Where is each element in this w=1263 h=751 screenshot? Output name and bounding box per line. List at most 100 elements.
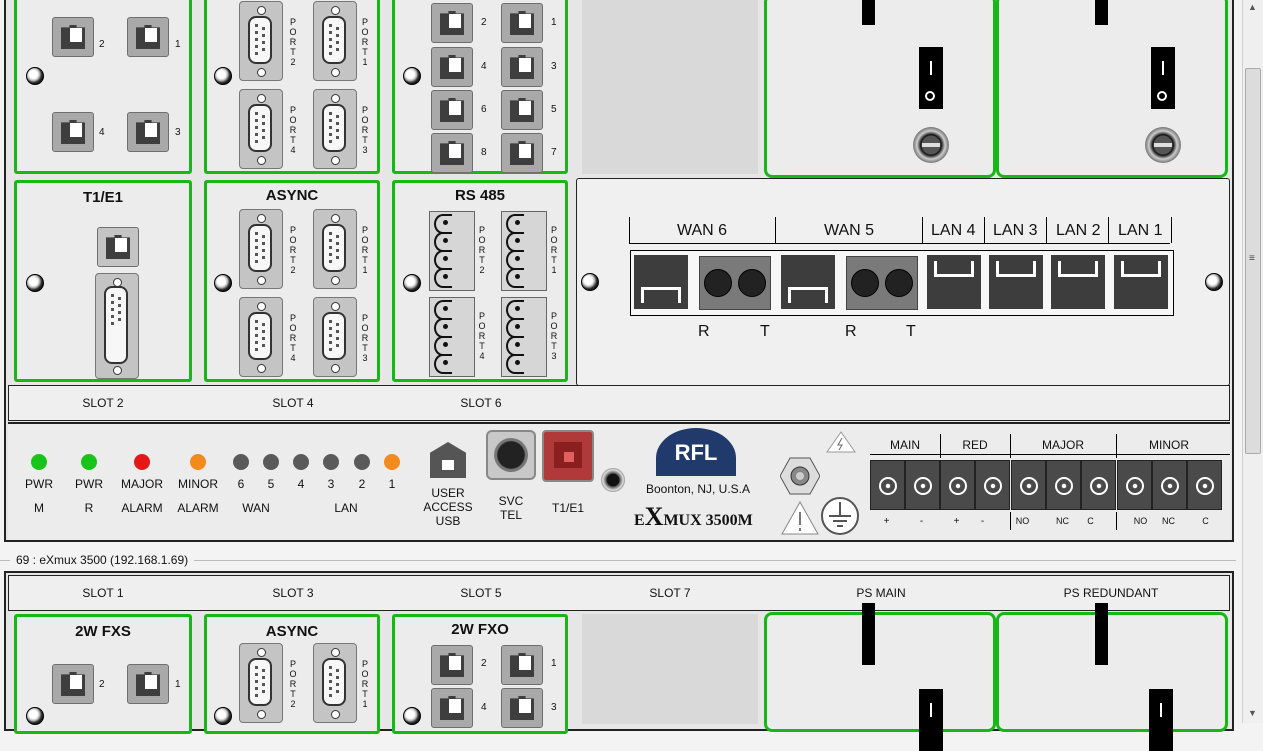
- db9-port-3[interactable]: [313, 297, 357, 377]
- terminal-block-port-4[interactable]: [429, 297, 475, 377]
- db9-port-4[interactable]: [239, 297, 283, 377]
- wan5-rj45-port[interactable]: [781, 255, 835, 309]
- rj-port-4[interactable]: [431, 47, 473, 87]
- svc-tel-port[interactable]: [486, 430, 536, 480]
- rj-port-2[interactable]: [431, 645, 473, 685]
- lan1-port[interactable]: [1114, 255, 1168, 309]
- relay-terminal[interactable]: [940, 460, 975, 510]
- lightning-icon: [826, 430, 856, 454]
- rj-port-2[interactable]: [431, 3, 473, 43]
- rj-port-2[interactable]: [52, 17, 94, 57]
- slot3-card-top[interactable]: P O R T 2 P O R T 1 P O R T 4 P O R T 3: [204, 0, 380, 174]
- rj-port[interactable]: [97, 227, 139, 267]
- power-switch[interactable]: [1151, 47, 1175, 109]
- rj-port-1[interactable]: [501, 3, 543, 43]
- db9-port-4[interactable]: [239, 89, 283, 169]
- slot6-card[interactable]: RS 485 P O R T 2 P O R T 1 P O R T 4 P O…: [392, 180, 568, 382]
- usb-port[interactable]: [430, 442, 466, 478]
- ps-post: [1095, 0, 1108, 25]
- slot1-card-top[interactable]: 2 1 4 3: [14, 0, 192, 174]
- relay-terminal[interactable]: [975, 460, 1010, 510]
- terminal-block-port-2[interactable]: [429, 211, 475, 291]
- relay-terminal[interactable]: [1187, 460, 1222, 510]
- ps-main-card-bottom[interactable]: [764, 603, 996, 751]
- slot3-card-bottom[interactable]: ASYNC P O R T 2 P O R T 1: [204, 614, 380, 734]
- port-label: 1: [551, 17, 557, 28]
- lan-led-label: LAN: [334, 501, 358, 515]
- db9-port-2[interactable]: [239, 1, 283, 81]
- rj-port-1[interactable]: [127, 17, 169, 57]
- ps-redundant-card-top[interactable]: [996, 0, 1228, 178]
- lan4-port[interactable]: [927, 255, 981, 309]
- rj-port-5[interactable]: [501, 90, 543, 130]
- audio-jack[interactable]: [601, 468, 625, 492]
- power-switch[interactable]: [1149, 689, 1173, 751]
- relay-terminal[interactable]: [1011, 460, 1046, 510]
- power-switch[interactable]: [919, 47, 943, 109]
- slot4-card[interactable]: ASYNC P O R T 2 P O R T 1 P O R T 4 P O …: [204, 180, 380, 382]
- wan6-sfp-port[interactable]: [699, 256, 771, 310]
- db9-port-2[interactable]: [239, 209, 283, 289]
- wan6-label: WAN 6: [677, 222, 728, 239]
- relay-terminal[interactable]: [1046, 460, 1081, 510]
- terminal-block-port-3[interactable]: [501, 297, 547, 377]
- scroll-up-arrow[interactable]: ▲: [1248, 2, 1257, 12]
- rj-port-4[interactable]: [431, 688, 473, 728]
- ps-main-card-top[interactable]: [764, 0, 996, 178]
- rj-port-3[interactable]: [501, 47, 543, 87]
- t1e1-port[interactable]: [542, 430, 594, 482]
- power-switch[interactable]: [919, 689, 943, 751]
- rj-port-3[interactable]: [501, 688, 543, 728]
- terminal-label: C: [1202, 516, 1209, 526]
- relay-terminal[interactable]: [1117, 460, 1152, 510]
- slot5-card-top[interactable]: 2 1 4 3 6 5 8 7: [392, 0, 568, 174]
- rj-port-8[interactable]: [431, 133, 473, 173]
- device-header[interactable]: 69 : eXmux 3500 (192.168.1.69): [10, 553, 195, 567]
- scroll-down-arrow[interactable]: ▼: [1248, 708, 1257, 718]
- relay-terminal[interactable]: [870, 460, 905, 510]
- location-text: Boonton, NJ, U.S.A: [645, 482, 751, 496]
- divider: [1108, 217, 1109, 243]
- rj-port-7[interactable]: [501, 133, 543, 173]
- lan3-port[interactable]: [989, 255, 1043, 309]
- ground-bolt-icon[interactable]: [779, 456, 821, 496]
- db9-port-2[interactable]: [239, 643, 283, 723]
- lan2-port[interactable]: [1051, 255, 1105, 309]
- port-label: P O R T 2: [289, 659, 297, 709]
- rj-port-3[interactable]: [127, 112, 169, 152]
- vertical-scrollbar[interactable]: ▲ ≡ ▼: [1242, 0, 1263, 723]
- screw: [26, 707, 44, 725]
- slot1-card-bottom[interactable]: 2W FXS 2 1: [14, 614, 192, 734]
- rj-port-4[interactable]: [52, 112, 94, 152]
- fuse-knob[interactable]: [1145, 127, 1181, 163]
- db9-port-1[interactable]: [313, 209, 357, 289]
- ps-redundant-card-bottom[interactable]: [996, 603, 1228, 751]
- screw: [214, 274, 232, 292]
- rj-port-2[interactable]: [52, 664, 94, 704]
- scroll-thumb[interactable]: ≡: [1245, 68, 1261, 454]
- terminal-block-port-1[interactable]: [501, 211, 547, 291]
- led-label: ALARM: [177, 501, 219, 515]
- db9-port-1[interactable]: [313, 1, 357, 81]
- wan5-sfp-port[interactable]: [846, 256, 918, 310]
- slot5-card-bottom[interactable]: 2W FXO 2 1 4 3: [392, 614, 568, 734]
- screw: [403, 707, 421, 725]
- relay-terminal[interactable]: [1081, 460, 1116, 510]
- rj-port-6[interactable]: [431, 90, 473, 130]
- relay-terminal[interactable]: [1152, 460, 1187, 510]
- rj-port-1[interactable]: [127, 664, 169, 704]
- rj-port-1[interactable]: [501, 645, 543, 685]
- divider: [775, 217, 776, 243]
- relay-terminal[interactable]: [905, 460, 940, 510]
- slot-label: SLOT 3: [272, 586, 314, 600]
- fuse-knob[interactable]: [913, 127, 949, 163]
- db9-port-1[interactable]: [313, 643, 357, 723]
- rx-label: R: [698, 323, 710, 340]
- port-label: P O R T 2: [289, 225, 297, 275]
- db9-port-3[interactable]: [313, 89, 357, 169]
- slot2-card[interactable]: T1/E1: [14, 180, 192, 382]
- port-label: P O R T 2: [478, 225, 486, 275]
- slot-label-bar-bottom: SLOT 1 SLOT 3 SLOT 5 SLOT 7 PS MAIN PS R…: [8, 575, 1230, 611]
- db15-port[interactable]: [95, 273, 139, 379]
- wan6-rj45-port[interactable]: [634, 255, 688, 309]
